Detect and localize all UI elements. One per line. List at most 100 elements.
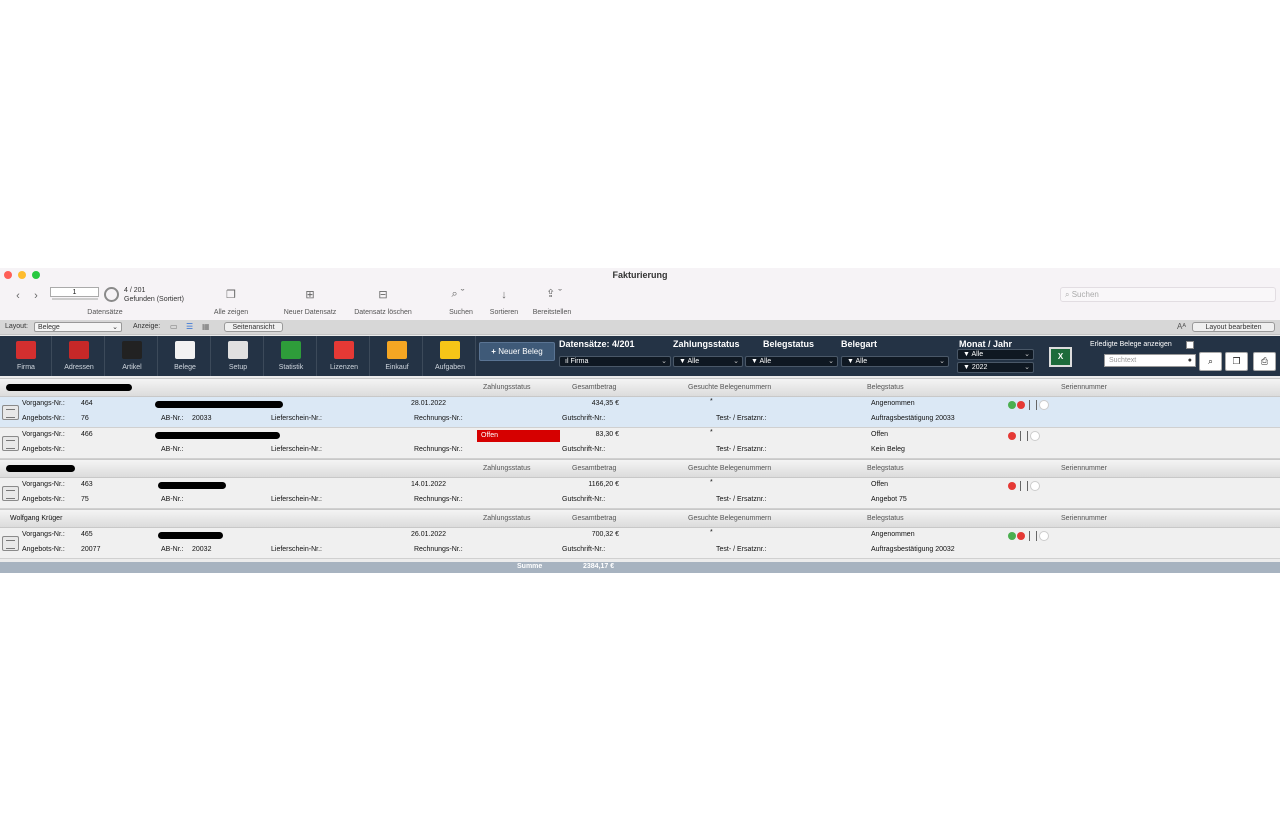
date-value: 26.01.2022 [411, 531, 447, 538]
table-view-icon[interactable]: ▦ [202, 322, 210, 331]
search-button-icon[interactable]: ⌕ [1199, 352, 1222, 371]
found-progress-icon [104, 287, 119, 302]
delete-record-icon[interactable]: ⊟ [375, 290, 391, 301]
column-header-belegstatus: Belegstatus [867, 384, 904, 391]
font-size-icon[interactable]: Aᴬ [1177, 322, 1186, 331]
jahr-filter[interactable]: ▼ 2022 ⌄ [957, 362, 1034, 373]
nav-item-firma[interactable]: Firma [0, 336, 52, 376]
nav-item-label: Aufgaben [435, 364, 465, 371]
monat-filter[interactable]: ▼ Alle ⌄ [957, 349, 1034, 360]
print-icon[interactable]: ⎙ [1253, 352, 1276, 371]
beleg-row[interactable]: Vorgangs-Nr.: 466 Angebots-Nr.: AB-Nr.: Lief… [0, 428, 1280, 459]
search-icon[interactable]: ⌕ ˇ [447, 289, 469, 300]
vorgangs-value: 466 [81, 431, 93, 438]
list-view-icon[interactable]: ☰ [186, 322, 193, 331]
toggle-circle-icon[interactable] [1039, 531, 1049, 541]
nav-item-label: Einkauf [385, 364, 409, 371]
copy-icon[interactable]: ❐ [1225, 352, 1248, 371]
app-window: Fakturierung ‹ › 1 4 / 201 Gefunden (Sor… [0, 268, 1280, 573]
rechnungs-label: Rechnungs-Nr.: [414, 415, 463, 422]
forward-chevron-icon[interactable]: › [30, 291, 42, 302]
title-toolbar: Fakturierung ‹ › 1 4 / 201 Gefunden (Sor… [0, 268, 1280, 320]
belegstatus-heading: Belegstatus [763, 339, 815, 349]
nav-item-adressen[interactable]: Adressen [53, 336, 105, 376]
redacted-customer-name [6, 465, 75, 472]
column-header-gesuchte: Gesuchte Belegenummern [688, 384, 772, 391]
share-icon[interactable]: ⇪ ˇ [543, 289, 565, 300]
lieferschein-label: Lieferschein-Nr.: [271, 546, 322, 553]
search-field[interactable]: ⌕ Suchen [1060, 287, 1276, 302]
ab-label: AB-Nr.: [161, 446, 184, 453]
tasks-icon [440, 341, 460, 359]
beleg-row[interactable]: Vorgangs-Nr.: 465 Angebots-Nr.: 20077 AB-Nr.… [0, 528, 1280, 559]
toggle-circle-icon[interactable] [1030, 431, 1040, 441]
chevron-down-icon: ⌄ [733, 358, 739, 365]
nav-item-artikel[interactable]: Artikel [106, 336, 158, 376]
alle-zeigen-button[interactable]: Alle zeigen [200, 309, 262, 316]
rechnungs-label: Rechnungs-Nr.: [414, 546, 463, 553]
status-dot-icon [1008, 532, 1016, 540]
toggle-circle-icon[interactable] [1039, 400, 1049, 410]
beleg-row[interactable]: Vorgangs-Nr.: 463 Angebots-Nr.: 75 AB-Nr.: Li… [0, 478, 1280, 509]
column-header-gesuchte: Gesuchte Belegenummern [688, 515, 772, 522]
show-all-icon[interactable]: ❐ [223, 290, 239, 301]
new-record-icon[interactable]: ⊞ [302, 290, 318, 301]
erledigte-checkbox[interactable] [1186, 341, 1194, 349]
sortieren-button[interactable]: Sortieren [484, 309, 524, 316]
firma-filter-value: Firma [570, 358, 589, 365]
document-row-icon[interactable] [2, 486, 19, 501]
back-chevron-icon[interactable]: ‹ [12, 291, 24, 302]
ab-label: AB-Nr.: [161, 546, 184, 553]
shelves-icon [122, 341, 142, 359]
belegart-filter[interactable]: ▼ Alle ⌄ [841, 356, 949, 367]
excel-export-icon[interactable]: X [1049, 347, 1072, 367]
nav-item-belege[interactable]: Belege [159, 336, 211, 376]
form-view-icon[interactable]: ▭ [170, 322, 178, 331]
sort-icon[interactable]: ↓ [496, 290, 512, 301]
contacts-icon [69, 341, 89, 359]
nav-item-aufgaben[interactable]: Aufgaben [424, 336, 476, 376]
layout-bearbeiten-button[interactable]: Layout bearbeiten [1192, 322, 1275, 332]
seitenansicht-button[interactable]: Seitenansicht [224, 322, 283, 332]
firma-filter[interactable]: ıl Firma ⌄ [559, 356, 671, 367]
nav-item-einkauf[interactable]: Einkauf [371, 336, 423, 376]
toggle-circle-icon[interactable] [1030, 481, 1040, 491]
record-number-input[interactable]: 1 [50, 287, 99, 297]
nav-item-setup[interactable]: Setup [212, 336, 264, 376]
record-slider[interactable] [52, 298, 98, 300]
filter-icon: ▼ [963, 364, 972, 371]
belegstatus-filter-value: Alle [759, 358, 772, 365]
chevron-down-icon: ⌄ [112, 324, 118, 331]
document-row-icon[interactable] [2, 436, 19, 451]
document-row-icon[interactable] [2, 536, 19, 551]
lieferschein-label: Lieferschein-Nr.: [271, 415, 322, 422]
layout-select[interactable]: Belege ⌄ [34, 322, 122, 332]
status-separator [1029, 400, 1030, 410]
gesamtbetrag-value: 1166,20 € [588, 481, 619, 488]
clear-icon[interactable]: ● [1188, 355, 1192, 366]
belegstatus-filter[interactable]: ▼ Alle ⌄ [745, 356, 838, 367]
datensaetze-label: Datensätze [87, 309, 123, 316]
group-header: Wolfgang Krüger Zahlungsstatus Gesamtbetra… [0, 509, 1280, 528]
column-header-belegstatus: Belegstatus [867, 515, 904, 522]
filter-icon: ▼ [963, 351, 972, 358]
suchtext-placeholder: Suchtext [1109, 357, 1137, 364]
neuer-datensatz-button[interactable]: Neuer Datensatz [278, 309, 342, 316]
filter-icon: ▼ [679, 358, 688, 365]
neuer-beleg-button[interactable]: + Neuer Beleg [479, 342, 555, 361]
jahr-filter-value: 2022 [971, 364, 988, 371]
zahlungsstatus-filter[interactable]: ▼ Alle ⌄ [673, 356, 743, 367]
redacted-contact-name [155, 401, 283, 408]
nav-item-statistik[interactable]: Statistik [265, 336, 317, 376]
datensatz-loeschen-button[interactable]: Datensatz löschen [346, 309, 420, 316]
star-marker: * [710, 429, 713, 436]
document-row-icon[interactable] [2, 405, 19, 420]
beleg-row[interactable]: Vorgangs-Nr.: 464 Angebots-Nr.: 76 AB-Nr.: 20… [0, 397, 1280, 428]
suchtext-input[interactable]: Suchtext ● [1104, 354, 1196, 367]
suchen-button[interactable]: Suchen [442, 309, 480, 316]
gutschrift-label: Gutschrift-Nr.: [562, 546, 606, 553]
bereitstellen-button[interactable]: Bereitstellen [528, 309, 576, 316]
nav-item-lizenzen[interactable]: Lizenzen [318, 336, 370, 376]
lieferschein-label: Lieferschein-Nr.: [271, 496, 322, 503]
star-marker: * [710, 479, 713, 486]
